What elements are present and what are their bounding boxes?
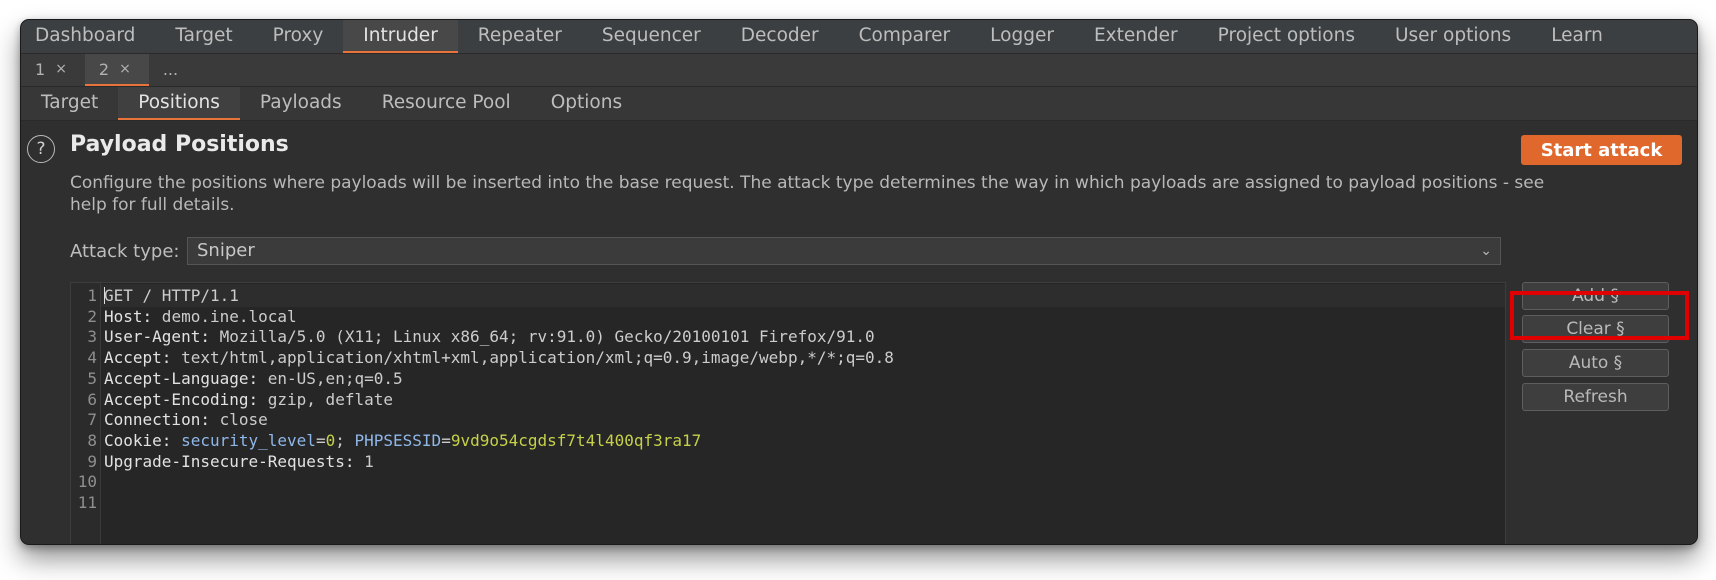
subtab-positions[interactable]: Positions xyxy=(118,87,240,120)
instance-tab-label: 2 xyxy=(98,59,110,79)
subtab-resource-pool[interactable]: Resource Pool xyxy=(362,87,531,120)
tab-dashboard[interactable]: Dashboard xyxy=(21,20,155,53)
instance-tab-label: 1 xyxy=(35,59,46,79)
tab-repeater[interactable]: Repeater xyxy=(458,20,582,53)
subtab-payloads[interactable]: Payloads xyxy=(240,87,362,120)
auto-button[interactable]: Auto § xyxy=(1522,349,1669,377)
positions-panel: ? Payload Positions Configure the positi… xyxy=(21,121,1697,544)
burp-window: Dashboard Target Proxy Intruder Repeater Sequ… xyxy=(20,19,1698,545)
line-text: Accept-Encoding: gzip, deflate xyxy=(104,388,393,411)
header-value: 1 xyxy=(354,451,374,471)
instance-tab-label: ... xyxy=(162,59,179,79)
tab-sequencer[interactable]: Sequencer xyxy=(582,20,721,53)
intruder-sub-tab-bar: Target Positions Payloads Resource Pool Opti… xyxy=(21,87,1697,121)
clear-button[interactable]: Clear § xyxy=(1522,315,1669,343)
chevron-down-icon: ⌄ xyxy=(1480,243,1492,259)
instance-tab-2[interactable]: 2 × xyxy=(84,54,149,86)
line-text: Accept: text/html,application/xhtml+xml,… xyxy=(104,346,894,369)
header-name: Host: xyxy=(104,306,153,326)
attack-type-value: Sniper xyxy=(197,240,255,261)
tab-project-options[interactable]: Project options xyxy=(1198,20,1375,53)
tab-extender[interactable]: Extender xyxy=(1074,20,1198,53)
header-value: GET / HTTP/1.1 xyxy=(104,286,239,305)
line-number: 1 xyxy=(87,286,97,305)
line-text: User-Agent: Mozilla/5.0 (X11; Linux x86_… xyxy=(104,325,875,348)
help-icon[interactable]: ? xyxy=(27,135,55,163)
line-text: Cookie: security_level=0; PHPSESSID=9vd9… xyxy=(104,429,701,452)
line-number: 3 xyxy=(87,327,97,347)
line-number: 7 xyxy=(87,410,97,430)
header-value: ; xyxy=(335,430,355,450)
request-editor[interactable]: 1 GET / HTTP/1.1 2 Host: demo.ine.local 3 Use… xyxy=(70,282,1506,544)
line-number: 4 xyxy=(87,348,97,368)
line-number: 11 xyxy=(77,493,97,512)
intruder-instance-tab-bar: 1 × 2 ×... xyxy=(21,54,1697,87)
line-number: 5 xyxy=(87,368,97,388)
close-icon[interactable]: × xyxy=(119,61,131,77)
header-value: demo.ine.local xyxy=(152,306,297,326)
header-name: Accept: xyxy=(104,348,172,368)
header-value: text/html,application/xhtml+xml,applicat… xyxy=(171,348,894,368)
param-name: PHPSESSID xyxy=(354,430,442,450)
header-value: = xyxy=(441,430,451,450)
header-name: User-Agent: xyxy=(104,327,210,347)
subtab-target[interactable]: Target xyxy=(21,87,118,120)
request-line: 1 GET / HTTP/1.1 xyxy=(87,284,1505,307)
tab-comparer[interactable]: Comparer xyxy=(839,20,971,53)
header-name: Upgrade-Insecure-Requests: xyxy=(104,451,355,471)
tab-decoder[interactable]: Decoder xyxy=(721,20,839,53)
subtab-options[interactable]: Options xyxy=(531,87,642,120)
header-value: gzip, deflate xyxy=(258,389,393,409)
param-value: 0 xyxy=(325,430,336,450)
line-text: GET / HTTP/1.1 xyxy=(104,284,239,307)
tab-learn[interactable]: Learn xyxy=(1531,20,1623,53)
header-value xyxy=(171,431,181,450)
header-name: Accept-Encoding: xyxy=(104,389,259,409)
header-value: = xyxy=(315,430,326,450)
header-name: Connection: xyxy=(104,410,210,430)
tab-user-options[interactable]: User options xyxy=(1375,20,1531,53)
header-name: Cookie: xyxy=(104,430,172,450)
line-text: Accept-Language: en-US,en;q=0.5 xyxy=(104,367,403,390)
tab-logger[interactable]: Logger xyxy=(970,20,1074,53)
line-number: 10 xyxy=(77,472,97,492)
tab-target[interactable]: Target xyxy=(155,20,252,53)
instance-tab-1[interactable]: 1 × xyxy=(21,54,85,86)
header-value: en-US,en;q=0.5 xyxy=(258,368,403,388)
header-value: Mozilla/5.0 (X11; Linux x86_64; rv:91.0)… xyxy=(209,327,875,347)
line-text: Upgrade-Insecure-Requests: 1 xyxy=(104,450,374,473)
tab-proxy[interactable]: Proxy xyxy=(253,20,344,53)
new-instance-tab[interactable]: ... xyxy=(149,54,196,86)
attack-type-label: Attack type: xyxy=(70,241,180,262)
refresh-button[interactable]: Refresh xyxy=(1522,383,1669,411)
tab-intruder[interactable]: Intruder xyxy=(343,20,458,53)
param-value: 9vd9o54cgdsf7t4l400qf3ra17 xyxy=(450,430,702,450)
line-text: Connection: close xyxy=(104,408,268,431)
line-number: 8 xyxy=(87,430,97,450)
add-button[interactable]: Add § xyxy=(1522,282,1669,310)
line-number: 6 xyxy=(87,389,97,409)
section-description: Configure the positions where payloads w… xyxy=(70,173,1545,215)
close-icon[interactable]: × xyxy=(55,61,67,77)
main-tab-bar: Dashboard Target Proxy Intruder Repeater Sequ… xyxy=(21,20,1697,54)
header-value: close xyxy=(209,410,268,430)
section-title: Payload Positions xyxy=(70,132,289,157)
header-name: Accept-Language: xyxy=(104,368,259,388)
attack-type-select[interactable]: Sniper ⌄ xyxy=(187,237,1501,265)
start-attack-button[interactable]: Start attack xyxy=(1521,135,1682,165)
line-number: 9 xyxy=(87,451,97,471)
param-name: security_level xyxy=(181,430,316,450)
line-number: 2 xyxy=(87,306,97,326)
line-text: Host: demo.ine.local xyxy=(104,305,297,328)
